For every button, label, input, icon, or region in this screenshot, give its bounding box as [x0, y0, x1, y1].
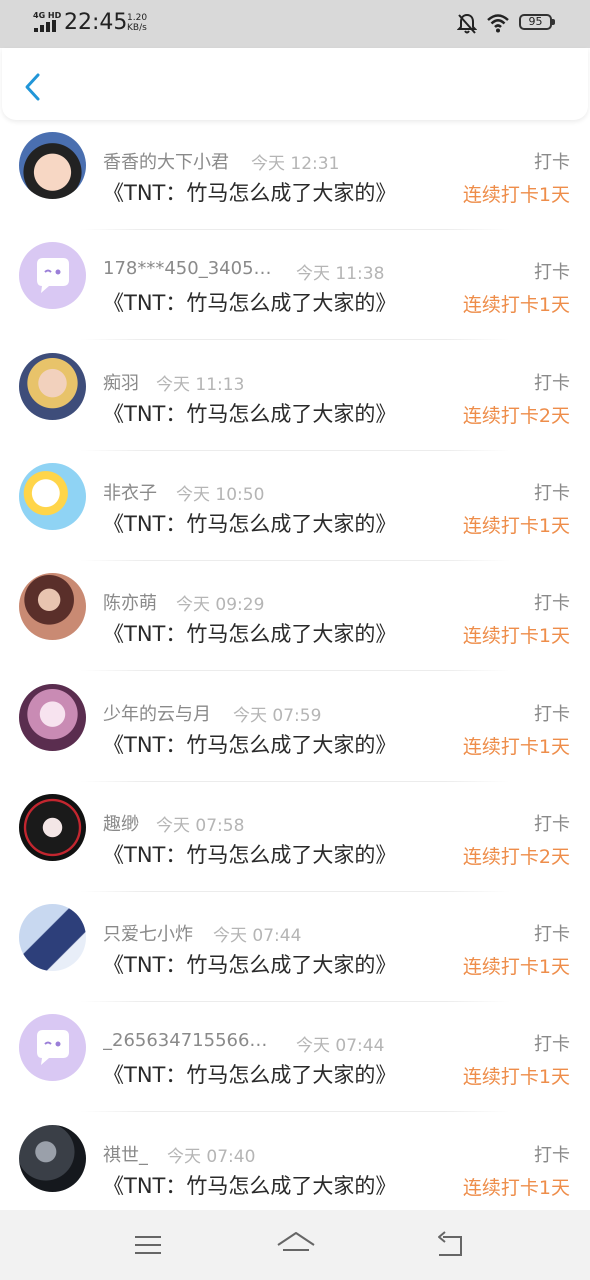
user-name[interactable]: 只爱七小炸	[103, 920, 193, 946]
checkin-row[interactable]: 祺世_ 今天 07:40 《TNT：竹马怎么成了大家的》 打卡连续打卡1天	[0, 1123, 590, 1210]
wifi-icon	[487, 14, 509, 33]
streak-label: 连续打卡1天	[462, 735, 570, 758]
user-name[interactable]: 祺世_	[103, 1141, 148, 1167]
avatar[interactable]	[19, 462, 86, 530]
streak-label: 连续打卡1天	[462, 184, 570, 206]
checkin-tag: 打卡	[534, 1034, 570, 1056]
streak-label: 连续打卡1天	[462, 1176, 570, 1199]
streak-label: 连续打卡1天	[462, 1066, 570, 1089]
row-divider	[80, 1001, 510, 1003]
status-bar: 4G HD 22:45 1.20 KB/s 95	[0, 0, 590, 48]
app-bar	[2, 48, 588, 120]
avatar[interactable]	[19, 352, 86, 420]
book-title[interactable]: 《TNT：竹马怎么成了大家的》	[103, 508, 396, 538]
row-divider	[80, 449, 510, 451]
book-title[interactable]: 《TNT：竹马怎么成了大家的》	[103, 949, 396, 979]
avatar[interactable]	[19, 573, 86, 641]
book-title[interactable]: 《TNT：竹马怎么成了大家的》	[103, 177, 396, 207]
checkin-tag: 打卡	[534, 482, 570, 504]
checkin-row[interactable]: _265634715566… 今天 07:44 《TNT：竹马怎么成了大家的》 打卡连…	[0, 1012, 590, 1122]
checkin-tag: 打卡	[534, 924, 570, 946]
row-divider	[80, 670, 510, 672]
streak-label: 连续打卡2天	[462, 845, 570, 868]
streak-label: 连续打卡1天	[462, 514, 570, 537]
book-title[interactable]: 《TNT：竹马怎么成了大家的》	[103, 1170, 396, 1200]
checkin-time: 今天 12:31	[251, 154, 340, 174]
menu-icon[interactable]	[131, 1228, 165, 1262]
avatar[interactable]	[19, 1014, 86, 1082]
user-name[interactable]: 陈亦萌	[103, 589, 157, 615]
avatar[interactable]	[19, 242, 86, 310]
checkin-row[interactable]: 少年的云与月 今天 07:59 《TNT：竹马怎么成了大家的》 打卡连续打卡1天	[0, 682, 590, 792]
speed-value: 1.20	[127, 13, 148, 23]
avatar[interactable]	[19, 132, 86, 199]
row-divider	[80, 1111, 510, 1113]
row-divider	[80, 229, 510, 230]
checkin-time: 今天 07:58	[156, 815, 245, 836]
checkin-time: 今天 09:29	[176, 595, 265, 616]
user-name[interactable]: 香香的大下小君	[103, 148, 229, 174]
checkin-row[interactable]: 痴羽 今天 11:13 《TNT：竹马怎么成了大家的》 打卡连续打卡2天	[0, 351, 590, 461]
streak-label: 连续打卡2天	[462, 404, 570, 427]
streak-label: 连续打卡1天	[462, 956, 570, 979]
row-divider	[80, 890, 510, 892]
avatar[interactable]	[19, 793, 86, 861]
checkin-tag: 打卡	[534, 703, 570, 725]
checkin-time: 今天 07:44	[296, 1036, 385, 1057]
streak-label: 连续打卡1天	[462, 294, 570, 317]
battery-icon: 95	[519, 14, 555, 30]
back-arrow-icon[interactable]	[433, 1228, 467, 1262]
checkin-time: 今天 11:13	[156, 374, 245, 395]
book-title[interactable]: 《TNT：竹马怎么成了大家的》	[103, 839, 396, 869]
mute-bell-icon	[457, 13, 477, 34]
checkin-tag: 打卡	[534, 372, 570, 394]
speed-unit: KB/s	[127, 23, 147, 33]
checkin-tag: 打卡	[534, 593, 570, 615]
avatar[interactable]	[19, 683, 86, 751]
row-divider	[80, 339, 510, 341]
chat-bubble-icon	[37, 258, 69, 294]
user-name[interactable]: 痴羽	[103, 369, 139, 395]
clock: 22:45	[64, 10, 128, 35]
user-name[interactable]: 少年的云与月	[103, 700, 211, 726]
avatar[interactable]	[19, 904, 86, 972]
book-title[interactable]: 《TNT：竹马怎么成了大家的》	[103, 729, 396, 759]
user-name[interactable]: _265634715566…	[103, 1030, 267, 1051]
checkin-time: 今天 07:44	[213, 926, 302, 947]
checkin-row[interactable]: 只爱七小炸 今天 07:44 《TNT：竹马怎么成了大家的》 打卡连续打卡1天	[0, 902, 590, 1012]
checkin-tag: 打卡	[534, 262, 570, 284]
avatar[interactable]	[19, 1124, 86, 1192]
checkin-row[interactable]: 陈亦萌 今天 09:29 《TNT：竹马怎么成了大家的》 打卡连续打卡1天	[0, 571, 590, 681]
network-type: 4G HD	[33, 11, 62, 20]
home-icon[interactable]	[276, 1228, 316, 1262]
streak-label: 连续打卡1天	[462, 625, 570, 648]
book-title[interactable]: 《TNT：竹马怎么成了大家的》	[103, 287, 396, 317]
checkin-time: 今天 10:50	[176, 484, 265, 505]
user-name[interactable]: 178***450_3405…	[103, 258, 272, 279]
signal-icon	[34, 20, 58, 32]
user-name[interactable]: 非衣子	[103, 479, 157, 505]
chevron-left-icon[interactable]	[18, 70, 48, 104]
book-title[interactable]: 《TNT：竹马怎么成了大家的》	[103, 398, 396, 428]
checkin-tag: 打卡	[534, 152, 570, 173]
chat-bubble-icon	[37, 1030, 69, 1066]
checkin-time: 今天 11:38	[296, 264, 385, 285]
network-speed: 1.20 KB/s	[127, 13, 147, 33]
checkin-list: 香香的大下小君 今天 12:31 《TNT：竹马怎么成了大家的》 打卡 连续打卡1天 17…	[0, 120, 590, 1210]
checkin-row[interactable]: 178***450_3405… 今天 11:38 《TNT：竹马怎么成了大家的》 打卡…	[0, 240, 590, 350]
user-name[interactable]: 趣缈	[103, 810, 139, 836]
row-divider	[80, 780, 510, 782]
checkin-row[interactable]: 非衣子 今天 10:50 《TNT：竹马怎么成了大家的》 打卡连续打卡1天	[0, 461, 590, 571]
checkin-tag: 打卡	[534, 813, 570, 835]
checkin-time: 今天 07:59	[233, 705, 322, 726]
checkin-tag: 打卡	[534, 1144, 570, 1166]
book-title[interactable]: 《TNT：竹马怎么成了大家的》	[103, 618, 396, 648]
system-nav-bar	[0, 1210, 590, 1280]
book-title[interactable]: 《TNT：竹马怎么成了大家的》	[103, 1059, 396, 1089]
row-divider	[80, 559, 510, 561]
checkin-time: 今天 07:40	[167, 1146, 256, 1167]
checkin-row[interactable]: 趣缈 今天 07:58 《TNT：竹马怎么成了大家的》 打卡连续打卡2天	[0, 792, 590, 902]
checkin-row[interactable]: 香香的大下小君 今天 12:31 《TNT：竹马怎么成了大家的》 打卡连续打卡1天	[0, 130, 590, 240]
